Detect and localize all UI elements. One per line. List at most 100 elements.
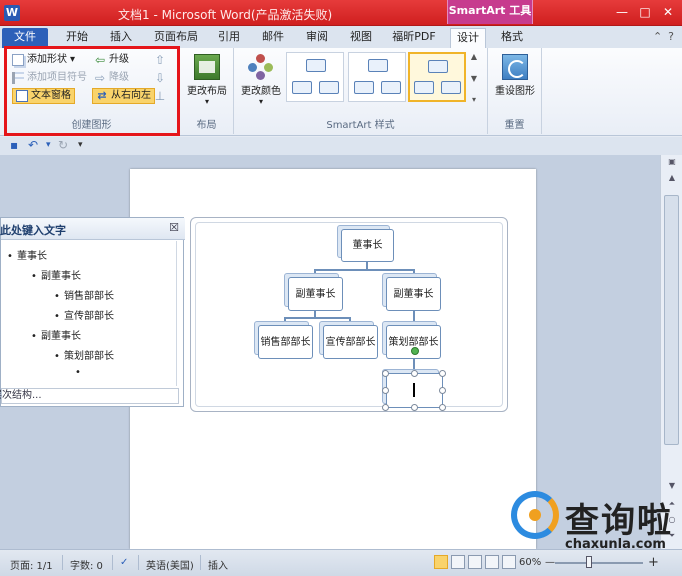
dropdown-arrow-icon: ▾ <box>204 97 209 106</box>
resize-handle[interactable] <box>411 404 418 411</box>
node-sales-head[interactable]: 销售部部长 <box>258 325 313 359</box>
print-layout-view-icon[interactable] <box>434 555 448 569</box>
connector <box>284 317 286 325</box>
style-thumb-1[interactable] <box>286 52 344 102</box>
rotate-handle[interactable] <box>411 347 419 355</box>
group-layout: 更改布局 ▾ 布局 <box>180 48 234 134</box>
list-item[interactable]: • 宣传部部长 <box>54 307 114 322</box>
word-app-icon[interactable]: W <box>4 5 20 21</box>
list-item[interactable]: • 董事长 <box>7 247 47 262</box>
text-pane-button[interactable]: 文本窗格 <box>12 88 75 104</box>
resize-handle[interactable] <box>439 387 446 394</box>
connector <box>413 311 415 325</box>
tab-format[interactable]: 格式 <box>494 28 530 48</box>
undo-icon[interactable]: ↶ <box>28 138 38 152</box>
close-button[interactable]: ✕ <box>658 3 678 21</box>
text-pane-label: 文本窗格 <box>31 90 71 101</box>
reset-graphic-button[interactable]: 重设图形 <box>490 54 540 97</box>
maximize-button[interactable]: □ <box>635 3 655 21</box>
add-shape-label: 添加形状 <box>27 54 67 65</box>
demote-arrow-icon: ⇨ <box>94 71 106 85</box>
list-item[interactable]: • 副董事长 <box>31 267 81 282</box>
resize-handle[interactable] <box>382 387 389 394</box>
node-chairman[interactable]: 董事长 <box>341 229 394 262</box>
list-item[interactable]: • 销售部部长 <box>54 287 114 302</box>
gallery-scroll[interactable]: ▲ ▼ ▾ <box>468 52 480 104</box>
add-bullet-label: 添加项目符号 <box>27 72 87 83</box>
text-pane-footer-link[interactable]: 层次结构... <box>0 388 179 404</box>
language-indicator[interactable]: 英语(美国) <box>146 557 194 572</box>
help-icon[interactable]: ? <box>668 30 674 43</box>
list-item-active[interactable]: • <box>75 367 85 378</box>
downgrade-button[interactable]: ⇨ 降级 <box>94 70 129 86</box>
node-vice-chairman-right[interactable]: 副董事长 <box>386 277 441 311</box>
resize-handle[interactable] <box>439 370 446 377</box>
tab-mailings[interactable]: 邮件 <box>256 28 290 48</box>
tab-page-layout[interactable]: 页面布局 <box>150 28 202 48</box>
resize-handle[interactable] <box>411 370 418 377</box>
layout-options-button[interactable]: ⊥ <box>154 88 166 104</box>
group-label-styles: SmartArt 样式 <box>326 120 395 131</box>
page-count[interactable]: 页面: 1/1 <box>10 557 53 572</box>
word-count[interactable]: 字数: 0 <box>70 557 103 572</box>
gallery-more-icon[interactable]: ▾ <box>468 95 480 104</box>
change-colors-button[interactable]: 更改颜色 ▾ <box>238 54 284 106</box>
move-down-button[interactable]: ⇩ <box>154 70 166 86</box>
style-thumb-3-selected[interactable] <box>408 52 466 102</box>
resize-handle[interactable] <box>382 404 389 411</box>
tab-insert[interactable]: 插入 <box>104 28 138 48</box>
ruler-toggle-icon[interactable]: ▣ <box>661 157 682 166</box>
redo-icon[interactable]: ↻ <box>58 138 68 152</box>
connector <box>413 269 415 277</box>
text-pane-close-button[interactable]: ☒ <box>169 221 179 234</box>
text-pane-list[interactable]: • 董事长 • 副董事长 • 销售部部长 • 宣传部部长 • 副董事长 • 策划部部长 • <box>1 241 177 386</box>
downgrade-label: 降级 <box>109 72 129 83</box>
add-shape-button[interactable]: 添加形状 ▾ <box>12 52 75 68</box>
tab-view[interactable]: 视图 <box>344 28 378 48</box>
scroll-up-icon[interactable]: ▲ <box>661 173 682 182</box>
gallery-up-icon[interactable]: ▲ <box>468 52 480 61</box>
tab-review[interactable]: 审阅 <box>300 28 334 48</box>
minimize-button[interactable]: — <box>612 3 632 21</box>
list-item[interactable]: • 策划部部长 <box>54 347 114 362</box>
move-up-button[interactable]: ⇧ <box>154 52 166 68</box>
right-to-left-button[interactable]: ⇄ 从右向左 <box>92 88 155 104</box>
tab-design[interactable]: 设计 <box>450 28 486 48</box>
node-vice-chairman-left[interactable]: 副董事长 <box>288 277 343 311</box>
gallery-down-icon[interactable]: ▼ <box>468 74 480 83</box>
style-thumb-2[interactable] <box>348 52 406 102</box>
outline-view-icon[interactable] <box>485 555 499 569</box>
tab-foxit-pdf[interactable]: 福昕PDF <box>388 28 440 48</box>
add-shape-icon <box>12 54 24 66</box>
connector <box>314 269 316 277</box>
scroll-thumb[interactable] <box>664 195 679 445</box>
ribbon-collapse-icon[interactable]: ⌃ <box>653 30 662 43</box>
resize-handle[interactable] <box>439 404 446 411</box>
group-create-graphic: 添加形状 ▾ ⇦ 升级 ⇧ 添加项目符号 ⇨ 降级 ⇩ 文本窗格 ⇄ 从右向左 <box>4 48 180 134</box>
dropdown-arrow-icon: ▾ <box>70 54 76 65</box>
upgrade-button[interactable]: ⇦ 升级 <box>94 52 129 68</box>
undo-dropdown-icon[interactable]: ▾ <box>46 140 51 150</box>
insert-mode-indicator[interactable]: 插入 <box>208 557 228 572</box>
proofing-icon[interactable]: ✓ <box>120 557 128 568</box>
tab-home[interactable]: 开始 <box>60 28 94 48</box>
zoom-slider[interactable] <box>555 562 643 564</box>
add-bullet-button[interactable]: 添加项目符号 <box>12 70 87 86</box>
connector <box>349 317 351 325</box>
group-label-layout: 布局 <box>196 120 217 131</box>
move-down-icon: ⇩ <box>154 71 166 85</box>
customize-qat-icon[interactable]: ▾ <box>78 140 83 150</box>
node-promo-head[interactable]: 宣传部部长 <box>323 325 378 359</box>
change-layout-button[interactable]: 更改布局 ▾ <box>184 54 230 106</box>
list-item[interactable]: • 副董事长 <box>31 327 81 342</box>
web-layout-icon[interactable] <box>468 555 482 569</box>
resize-handle[interactable] <box>382 370 389 377</box>
right-to-left-label: 从右向左 <box>111 90 151 101</box>
tab-file[interactable]: 文件 <box>2 28 48 48</box>
window-title: 文档1 - Microsoft Word(产品激活失败) <box>118 8 333 22</box>
tab-references[interactable]: 引用 <box>212 28 246 48</box>
full-screen-reading-icon[interactable] <box>451 555 465 569</box>
dropdown-arrow-icon: ▾ <box>258 97 263 106</box>
save-icon[interactable]: ▪ <box>10 138 18 152</box>
node-new-selected[interactable] <box>386 373 443 408</box>
